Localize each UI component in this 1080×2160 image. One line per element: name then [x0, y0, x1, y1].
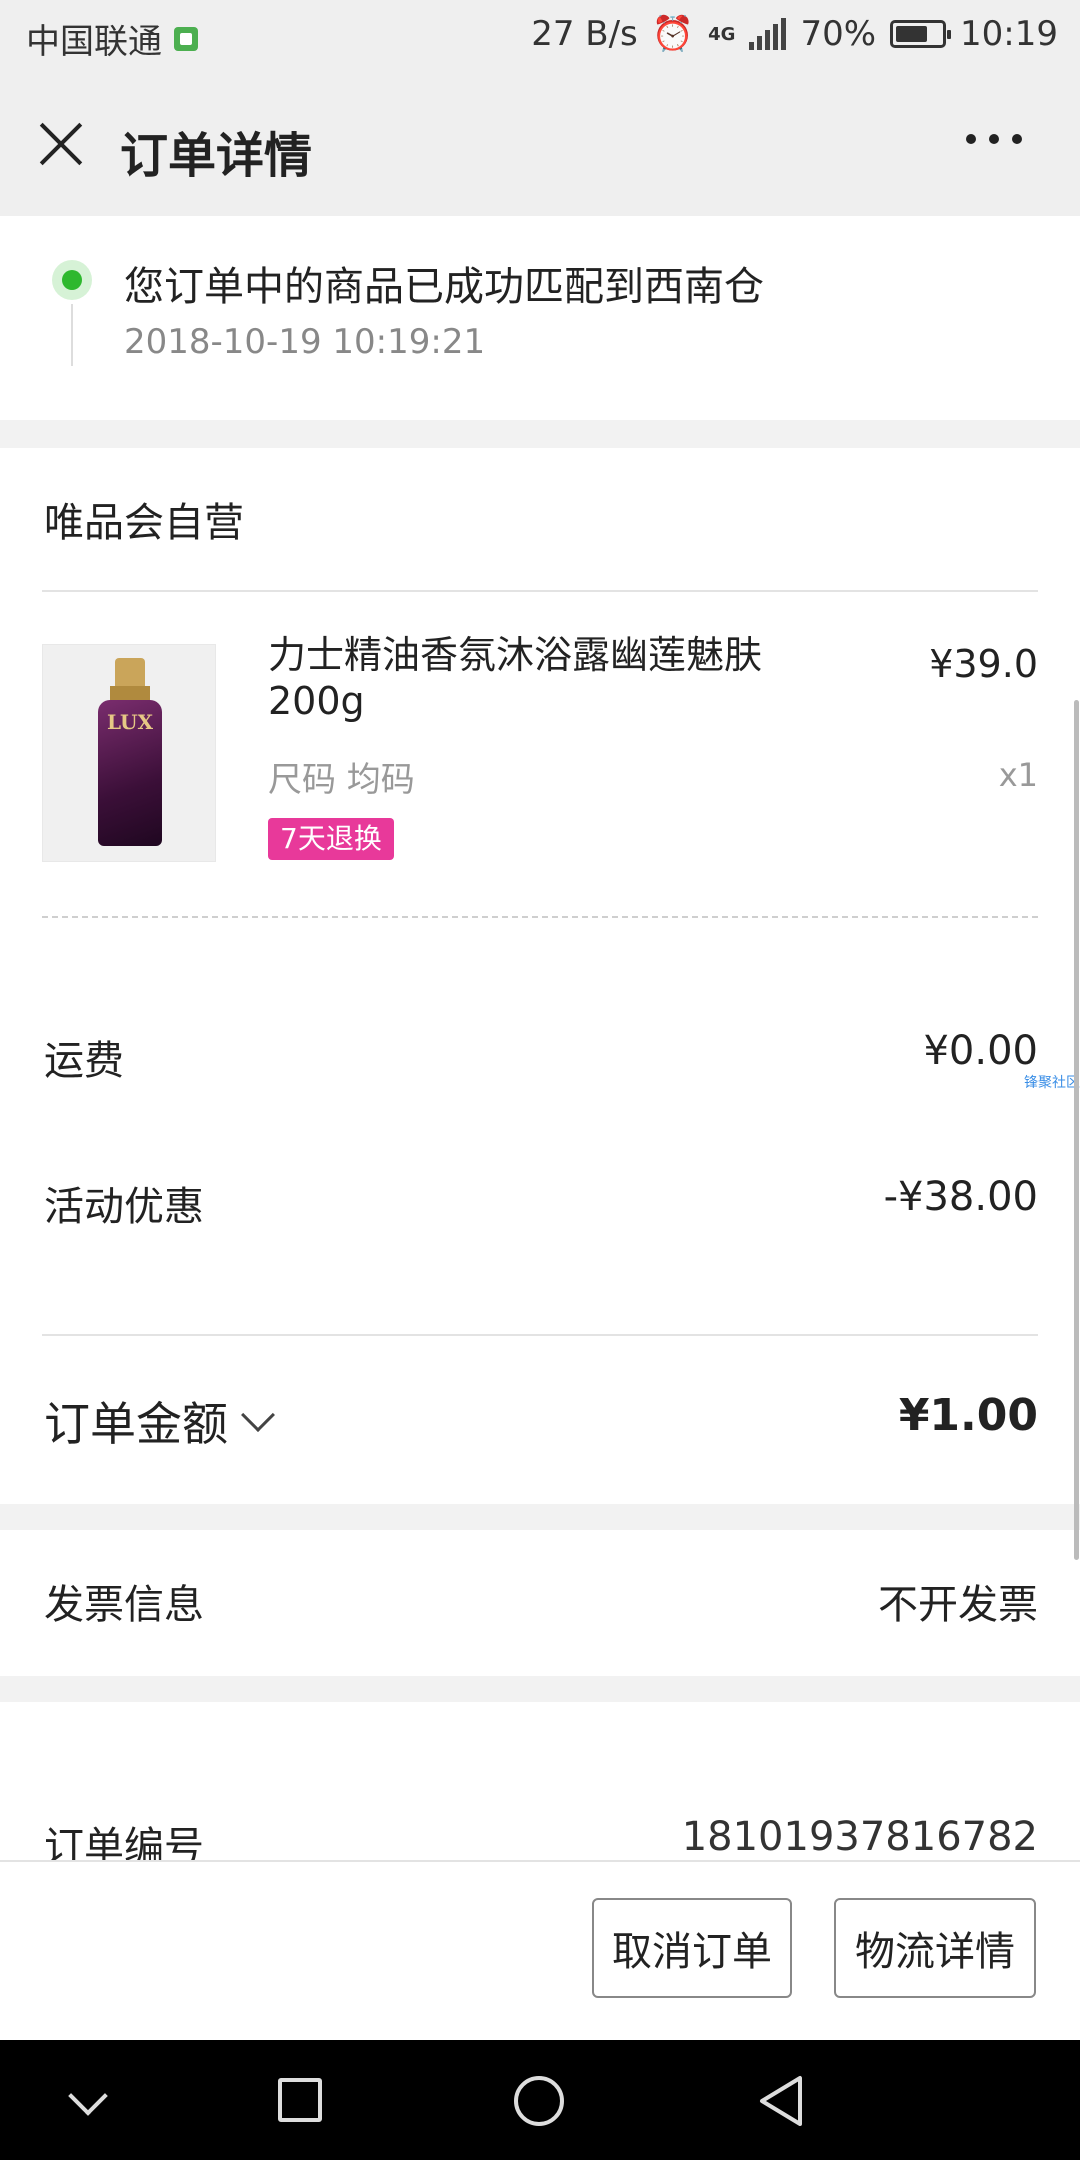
- network-speed: 27 B/s: [531, 14, 638, 54]
- discount-value: -¥38.00: [883, 1174, 1038, 1220]
- status-dot-inner: [62, 270, 82, 290]
- page-title: 订单详情: [120, 128, 313, 184]
- shipping-value: ¥0.00: [923, 1028, 1038, 1074]
- product-logo: LUX: [107, 710, 153, 734]
- battery-percent: 70%: [800, 14, 877, 54]
- divider: [42, 590, 1038, 592]
- logistics-detail-button[interactable]: 物流详情: [834, 1898, 1036, 1998]
- more-options-icon[interactable]: [966, 134, 1022, 144]
- product-spec: 尺码 均码: [268, 760, 415, 800]
- status-bar-left: 中国联通: [26, 14, 198, 63]
- return-policy-badge: 7天退换: [268, 818, 394, 860]
- recent-apps-icon[interactable]: [278, 2078, 322, 2122]
- order-items-card: [0, 448, 1080, 1504]
- bottle-cap: [115, 658, 145, 688]
- product-quantity: x1: [998, 756, 1038, 794]
- dashed-divider: [42, 916, 1038, 918]
- carrier-name: 中国联通: [26, 22, 162, 62]
- watermark: 锋聚社区: [1024, 1075, 1080, 1091]
- battery-level: [896, 26, 928, 42]
- invoice-value: 不开发票: [878, 1582, 1038, 1628]
- close-icon[interactable]: [38, 120, 84, 166]
- chevron-down-icon: [241, 1398, 275, 1432]
- alarm-icon: ⏰: [651, 14, 695, 54]
- order-status-time: 2018-10-19 10:19:21: [124, 322, 486, 362]
- discount-label: 活动优惠: [44, 1184, 204, 1230]
- product-price: ¥39.0: [929, 642, 1038, 686]
- signal-icon: [749, 18, 787, 50]
- divider: [42, 1334, 1038, 1336]
- clock: 10:19: [960, 14, 1058, 54]
- order-status-card: [0, 216, 1080, 420]
- network-type: 4G: [708, 23, 736, 45]
- battery-icon: [890, 20, 952, 48]
- home-icon[interactable]: [514, 2076, 564, 2126]
- order-total-toggle[interactable]: 订单金额: [44, 1388, 275, 1454]
- timeline-line: [71, 304, 73, 366]
- cancel-order-button[interactable]: 取消订单: [592, 1898, 792, 1998]
- scrollbar[interactable]: [1074, 700, 1079, 1560]
- total-label: 订单金额: [44, 1397, 228, 1451]
- order-number-value[interactable]: 18101937816782: [682, 1814, 1038, 1860]
- shipping-label: 运费: [44, 1038, 124, 1084]
- product-name[interactable]: 力士精油香氛沐浴露幽莲魅肤200g: [268, 632, 828, 724]
- order-status-message[interactable]: 您订单中的商品已成功匹配到西南仓: [124, 254, 764, 312]
- carrier-icon: [174, 26, 198, 51]
- total-value: ¥1.00: [898, 1390, 1038, 1441]
- back-icon[interactable]: [756, 2074, 806, 2128]
- status-bar-right: 27 B/s ⏰ 4G 70% 10:19: [531, 14, 1058, 54]
- invoice-label: 发票信息: [44, 1582, 204, 1628]
- store-name: 唯品会自营: [44, 500, 244, 546]
